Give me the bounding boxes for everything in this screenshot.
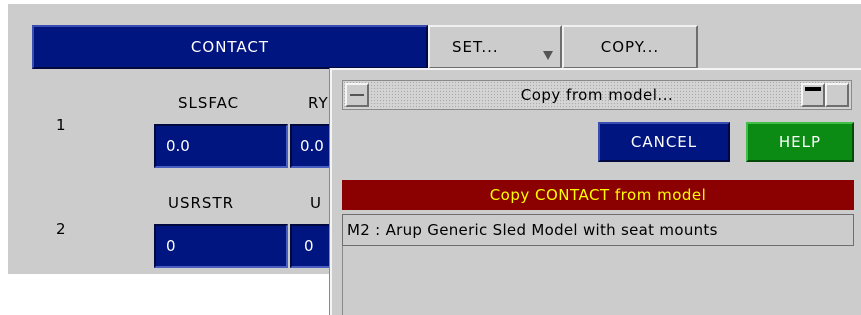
row-number-1: 1 <box>56 116 67 134</box>
field2-row2-value: 0 <box>304 237 314 255</box>
dropdown-arrow-icon <box>543 51 553 60</box>
usrstr-value: 0 <box>166 237 176 255</box>
slsfac-label: SLSFAC <box>178 94 240 112</box>
set-button[interactable]: SET... <box>428 25 562 69</box>
slsfac-field[interactable]: 0.0 <box>154 124 288 168</box>
set-label: SET... <box>452 38 499 56</box>
list-header: Copy CONTACT from model <box>342 180 854 210</box>
maximize-icon[interactable] <box>825 83 849 107</box>
list-area <box>342 246 854 315</box>
copy-button[interactable]: COPY... <box>562 25 698 69</box>
dialog-titlebar[interactable]: Copy from model... <box>342 80 852 110</box>
contact-label: CONTACT <box>190 38 270 56</box>
cancel-button[interactable]: CANCEL <box>598 122 730 162</box>
copy-label: COPY... <box>600 38 660 56</box>
field2-label-row2: U <box>310 194 322 212</box>
contact-tab-button[interactable]: CONTACT <box>32 25 428 69</box>
list-item-label: M2 : Arup Generic Sled Model with seat m… <box>347 221 718 239</box>
field2-row1-value: 0.0 <box>300 137 324 155</box>
list-header-text: Copy CONTACT from model <box>489 186 707 204</box>
usrstr-label: USRSTR <box>168 194 235 212</box>
copy-from-model-dialog: Copy from model... CANCEL HELP Copy CONT… <box>330 68 861 315</box>
minimize-icon[interactable] <box>801 83 825 107</box>
list-item[interactable]: M2 : Arup Generic Sled Model with seat m… <box>342 214 854 246</box>
dialog-title: Copy from model... <box>520 86 674 104</box>
window-menu-icon[interactable] <box>345 83 369 107</box>
field2-label-row1: RY <box>308 94 329 112</box>
cancel-label: CANCEL <box>630 133 698 151</box>
help-label: HELP <box>778 133 822 151</box>
row-number-2: 2 <box>56 220 67 238</box>
help-button[interactable]: HELP <box>746 122 854 162</box>
usrstr-field[interactable]: 0 <box>154 224 288 268</box>
slsfac-value: 0.0 <box>166 137 190 155</box>
